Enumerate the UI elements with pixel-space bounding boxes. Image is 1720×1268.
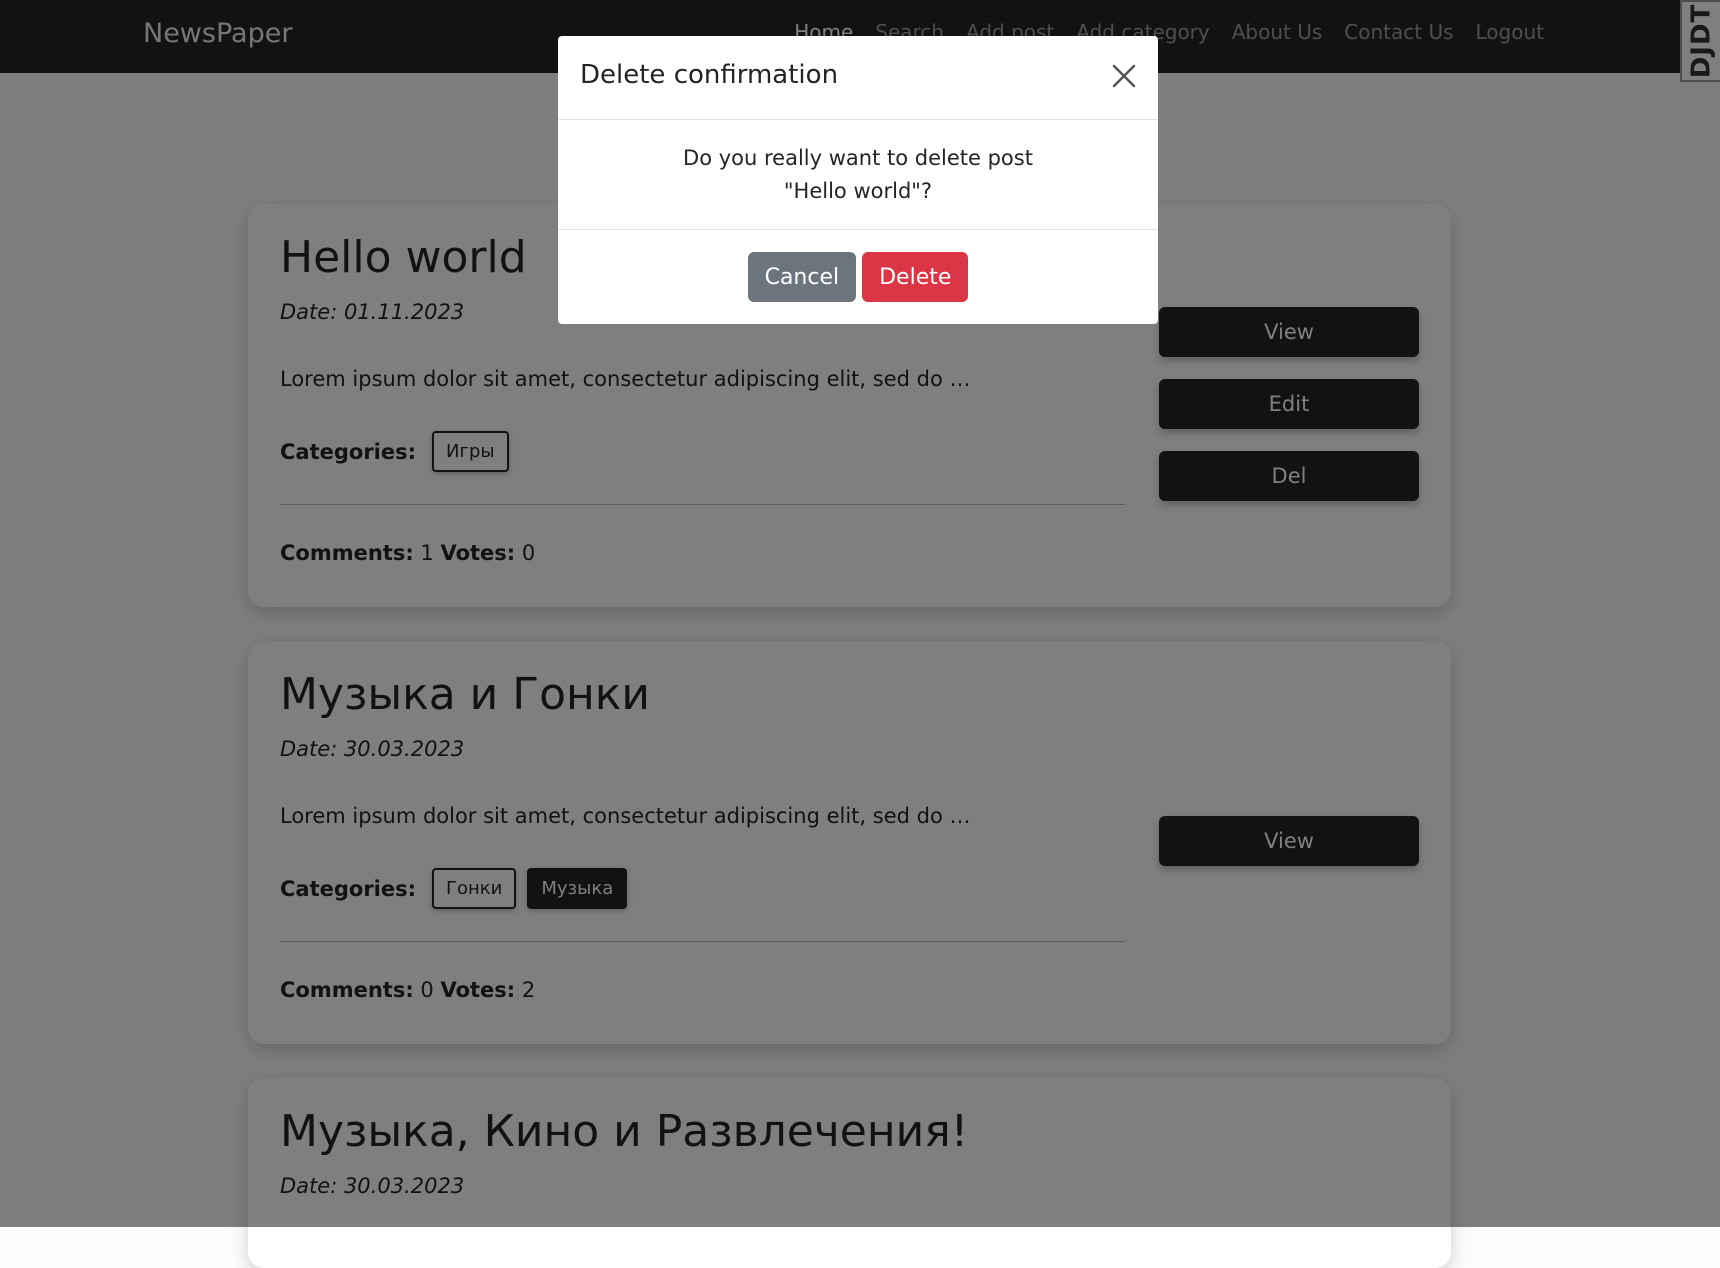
modal-title: Delete confirmation [580,60,839,90]
modal-footer: Cancel Delete [558,230,1158,324]
cancel-button[interactable]: Cancel [747,252,857,302]
close-button[interactable] [1106,58,1142,94]
close-icon [1112,64,1136,88]
delete-button[interactable]: Delete [862,252,969,302]
modal-message: Do you really want to delete post "Hello… [683,145,1033,203]
modal-header: Delete confirmation [558,36,1158,120]
modal-body: Do you really want to delete post "Hello… [558,120,1158,230]
delete-confirmation-modal: Delete confirmation Do you really want t… [558,36,1158,324]
